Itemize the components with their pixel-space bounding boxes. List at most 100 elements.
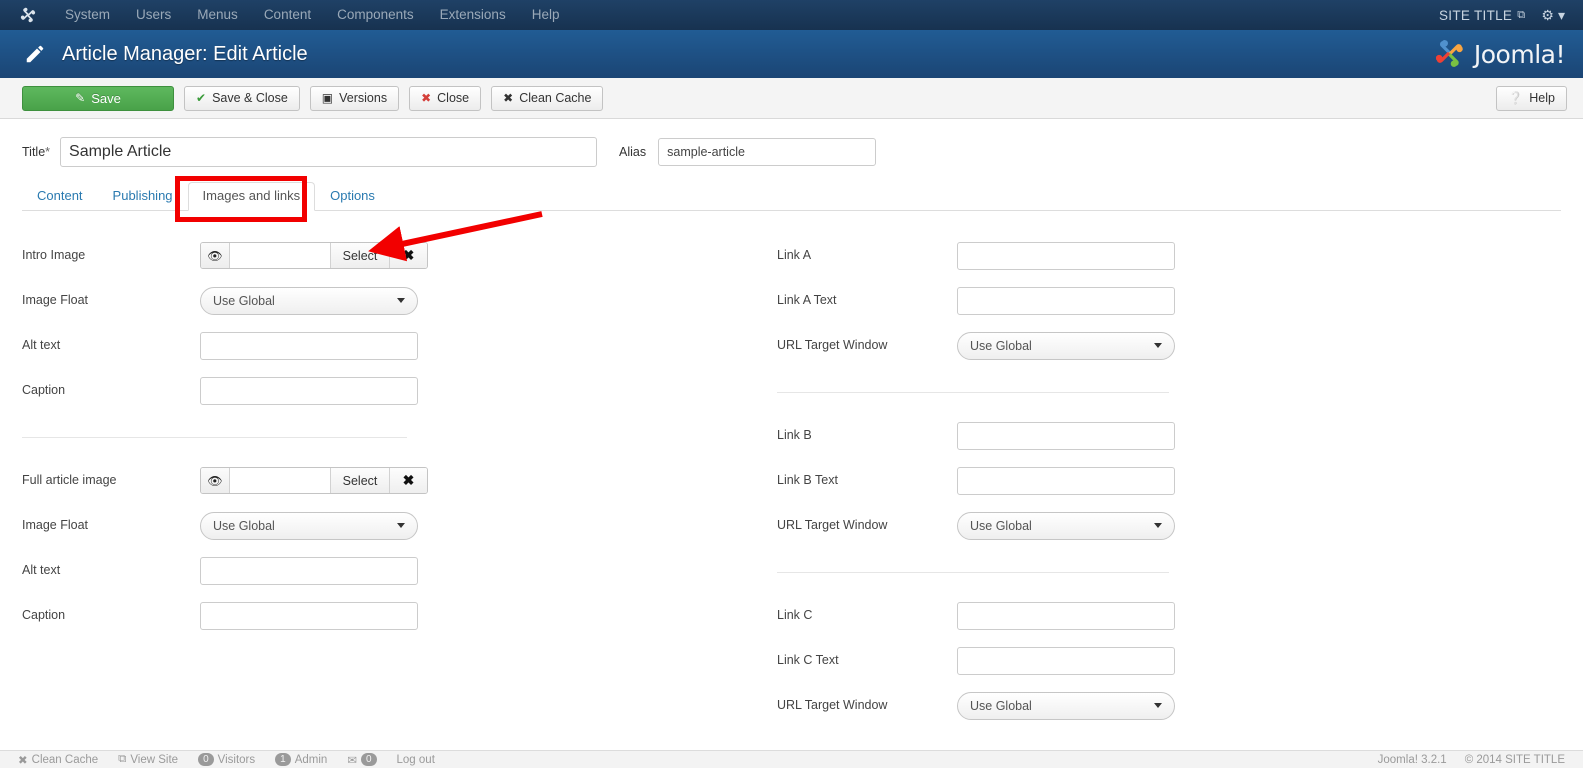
intro-image-label: Intro Image xyxy=(22,248,86,262)
link-b-target-label: URL Target Window xyxy=(777,518,888,532)
footer-clean-cache[interactable]: ✖ Clean Cache xyxy=(18,753,98,767)
link-b-target-select[interactable]: Use Global xyxy=(957,511,1175,540)
external-link-icon: ⧉ xyxy=(118,753,127,765)
menu-item-help[interactable]: Help xyxy=(519,0,573,30)
broom-icon: ✖ xyxy=(503,91,514,105)
full-alt-text-row: Alt text xyxy=(22,548,777,593)
full-article-image-input[interactable] xyxy=(230,468,330,493)
intro-caption-input[interactable] xyxy=(200,376,418,405)
left-divider xyxy=(22,437,407,438)
full-alt-text-input[interactable] xyxy=(200,556,418,585)
close-button[interactable]: ✖ Close xyxy=(409,85,482,111)
admin-count-badge: 1 xyxy=(275,753,291,766)
link-a-target-select[interactable]: Use Global xyxy=(957,331,1175,360)
link-c-input[interactable] xyxy=(957,601,1175,630)
user-settings-menu[interactable]: ⚙ ▾ xyxy=(1541,7,1571,24)
alias-input[interactable] xyxy=(658,138,877,166)
tab-publishing[interactable]: Publishing xyxy=(98,182,188,211)
versions-label: Versions xyxy=(339,91,388,105)
tab-images-and-links[interactable]: Images and links xyxy=(187,182,316,211)
full-image-float-select[interactable]: Use Global xyxy=(200,511,418,540)
full-article-image-select-button[interactable]: Select xyxy=(330,468,389,493)
clean-cache-label: Clean Cache xyxy=(519,91,592,105)
images-links-panel: Intro Image 👁 Select ✖ Image Float Use G… xyxy=(22,211,1561,728)
editor-tabs: Content Publishing Images and links Opti… xyxy=(22,179,1561,211)
clean-cache-button[interactable]: ✖ Clean Cache xyxy=(491,85,604,111)
link-a-text-row: Link A Text xyxy=(777,278,1561,323)
link-c-target-label: URL Target Window xyxy=(777,698,888,712)
link-b-target-value: Use Global xyxy=(970,518,1032,533)
footer-admin[interactable]: 1 Admin xyxy=(275,753,327,766)
eye-icon[interactable]: 👁 xyxy=(201,468,230,493)
joomla-brand-icon xyxy=(1435,40,1463,67)
broom-icon: ✖ xyxy=(18,754,28,767)
menu-item-extensions[interactable]: Extensions xyxy=(427,0,519,30)
full-article-image-label: Full article image xyxy=(22,473,117,487)
title-input[interactable] xyxy=(60,137,598,167)
link-b-label: Link B xyxy=(777,428,812,442)
full-image-float-value: Use Global xyxy=(213,518,275,533)
intro-image-float-row: Image Float Use Global xyxy=(22,278,777,323)
intro-alt-text-label: Alt text xyxy=(22,338,61,352)
footer-copyright: © 2014 SITE TITLE xyxy=(1464,753,1565,766)
link-a-input[interactable] xyxy=(957,241,1175,270)
full-caption-row: Caption xyxy=(22,593,777,638)
link-c-target-select[interactable]: Use Global xyxy=(957,691,1175,720)
link-a-target-row: URL Target Window Use Global xyxy=(777,323,1561,368)
required-marker: * xyxy=(45,145,51,159)
joomla-brand: Joomla! xyxy=(1432,37,1573,71)
menu-item-content[interactable]: Content xyxy=(251,0,324,30)
footer-messages[interactable]: ✉ 0 xyxy=(347,753,377,767)
save-and-close-button[interactable]: ✔ Save & Close xyxy=(184,85,300,111)
footer-view-site[interactable]: ⧉ View Site xyxy=(118,753,178,766)
site-title-link[interactable]: SITE TITLE ⧉ xyxy=(1439,8,1541,23)
menu-item-menus[interactable]: Menus xyxy=(184,0,251,30)
alias-label: Alias xyxy=(619,145,647,159)
full-article-image-clear-button[interactable]: ✖ xyxy=(389,468,427,493)
footer-log-out[interactable]: Log out xyxy=(397,754,435,766)
intro-image-float-select[interactable]: Use Global xyxy=(200,286,418,315)
links-column: Link A Link A Text URL Target Window Use… xyxy=(777,233,1561,728)
menu-item-system[interactable]: System xyxy=(52,0,123,30)
help-button[interactable]: ❔ Help xyxy=(1496,85,1567,111)
footer-right: Joomla! 3.2.1 © 2014 SITE TITLE xyxy=(1378,754,1565,766)
editor-toolbar: ✎ Save ✔ Save & Close ▣ Versions ✖ Close… xyxy=(0,78,1583,119)
intro-caption-row: Caption xyxy=(22,368,777,413)
full-caption-input[interactable] xyxy=(200,601,418,630)
link-c-target-row: URL Target Window Use Global xyxy=(777,683,1561,728)
intro-alt-text-input[interactable] xyxy=(200,331,418,360)
intro-alt-text-row: Alt text xyxy=(22,323,777,368)
page-header: Article Manager: Edit Article Joomla! xyxy=(0,30,1583,78)
menu-item-users[interactable]: Users xyxy=(123,0,184,30)
link-b-input[interactable] xyxy=(957,421,1175,450)
joomla-logo-icon[interactable] xyxy=(18,5,38,25)
save-icon: ✎ xyxy=(75,91,86,105)
footer-visitors[interactable]: 0 Visitors xyxy=(198,753,255,766)
gear-icon: ⚙ xyxy=(1541,6,1554,23)
intro-image-clear-button[interactable]: ✖ xyxy=(389,243,427,268)
admin-main-menu: System Users Menus Content Components Ex… xyxy=(52,0,572,30)
intro-caption-label: Caption xyxy=(22,383,66,397)
intro-image-input[interactable] xyxy=(230,243,330,268)
link-b-text-label: Link B Text xyxy=(777,473,838,487)
visitors-count-badge: 0 xyxy=(198,753,214,766)
link-c-text-row: Link C Text xyxy=(777,638,1561,683)
tab-options[interactable]: Options xyxy=(315,182,390,211)
menu-item-components[interactable]: Components xyxy=(324,0,427,30)
envelope-icon: ✉ xyxy=(347,754,357,767)
versions-button[interactable]: ▣ Versions xyxy=(309,85,400,111)
joomla-brand-text: Joomla! xyxy=(1473,39,1566,69)
link-a-text-input[interactable] xyxy=(957,286,1175,315)
full-article-image-field: 👁 Select ✖ xyxy=(200,467,428,494)
link-a-text-label: Link A Text xyxy=(777,293,837,307)
eye-icon[interactable]: 👁 xyxy=(201,243,230,268)
tab-content[interactable]: Content xyxy=(22,182,98,211)
chevron-down-icon xyxy=(1154,523,1162,528)
link-c-text-input[interactable] xyxy=(957,646,1175,675)
close-circle-icon: ✖ xyxy=(421,91,432,105)
link-b-text-input[interactable] xyxy=(957,466,1175,495)
chevron-down-icon xyxy=(1154,343,1162,348)
help-label: Help xyxy=(1529,91,1555,105)
save-button[interactable]: ✎ Save xyxy=(22,85,174,111)
intro-image-select-button[interactable]: Select xyxy=(330,243,389,268)
